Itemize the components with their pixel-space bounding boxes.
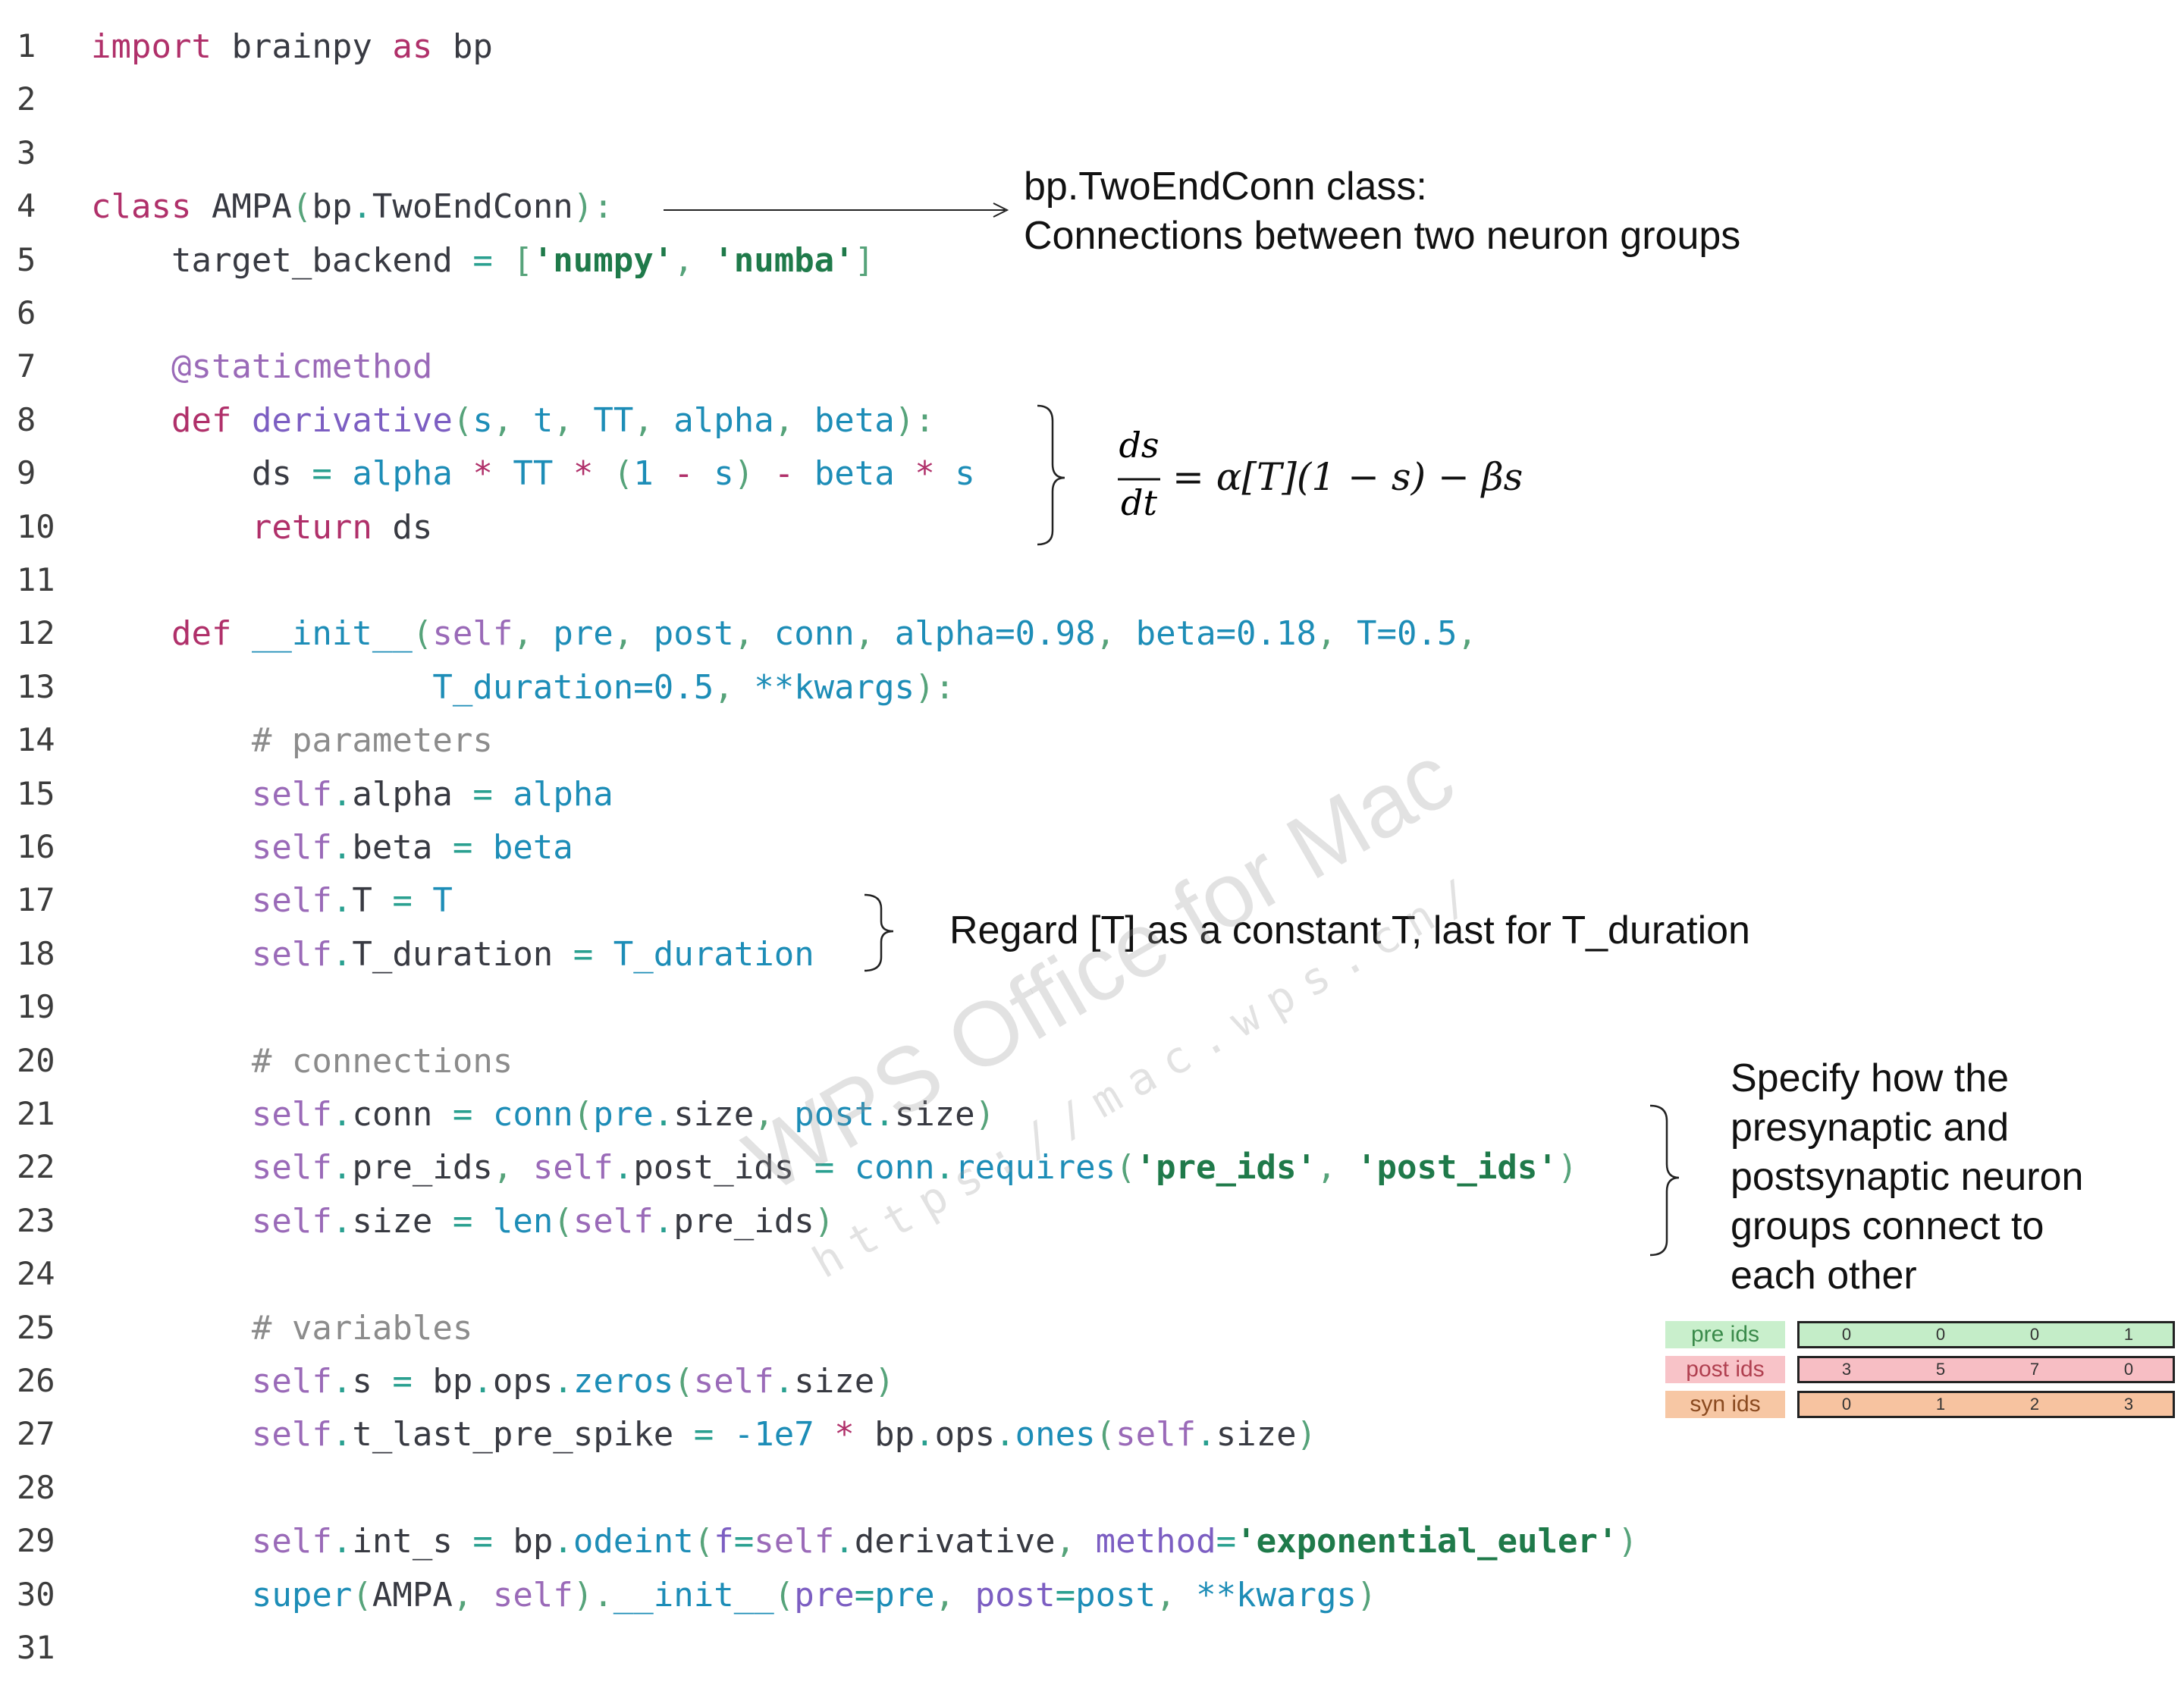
id-table-cell: 3 xyxy=(2123,1395,2134,1414)
id-table-cell: 3 xyxy=(1841,1360,1852,1379)
connect-note: Specify how the presynaptic and postsynapt… xyxy=(1731,1054,2083,1301)
connect-note-line: Specify how the xyxy=(1731,1056,2010,1100)
connect-note-line: groups connect to xyxy=(1731,1204,2044,1248)
id-table-label: post ids xyxy=(1665,1356,1785,1383)
id-table-cell: 7 xyxy=(2029,1360,2040,1379)
id-table-cell: 0 xyxy=(1935,1325,1946,1344)
connect-note-line: postsynaptic neuron xyxy=(1731,1155,2084,1199)
twoendconn-title: bp.TwoEndConn class: xyxy=(1024,165,1427,209)
id-table-cell: 1 xyxy=(2123,1325,2134,1344)
equation-rhs: = α[T](1 − s) − βs xyxy=(1172,455,1523,499)
id-table-cell: 0 xyxy=(2029,1325,2040,1344)
id-table-cell: 5 xyxy=(1935,1360,1946,1379)
id-table-row: 0 0 0 1 xyxy=(1797,1321,2175,1348)
id-table-cell: 1 xyxy=(1935,1395,1946,1414)
id-table-row: 0 1 2 3 xyxy=(1797,1391,2175,1418)
brace-constant xyxy=(864,893,894,972)
equation-numerator: ds xyxy=(1119,425,1159,466)
id-table-label: syn ids xyxy=(1665,1391,1785,1418)
twoendconn-note: bp.TwoEndConn class: Connections between… xyxy=(1024,162,1740,261)
id-table-cell: 0 xyxy=(1841,1325,1852,1344)
id-table-cell: 0 xyxy=(1841,1395,1852,1414)
id-table-cell: 0 xyxy=(2123,1360,2134,1379)
connect-note-line: each other xyxy=(1731,1254,1917,1298)
brace-derivative xyxy=(1037,404,1065,546)
twoendconn-desc: Connections between two neuron groups xyxy=(1024,214,1741,258)
connect-note-line: presynaptic and xyxy=(1731,1106,2010,1150)
id-table-cell: 2 xyxy=(2029,1395,2040,1414)
id-table-row: 3 5 7 0 xyxy=(1797,1356,2175,1383)
brace-connect xyxy=(1649,1104,1680,1257)
equation-denominator: dt xyxy=(1121,482,1157,523)
id-table-label: pre ids xyxy=(1665,1321,1785,1348)
